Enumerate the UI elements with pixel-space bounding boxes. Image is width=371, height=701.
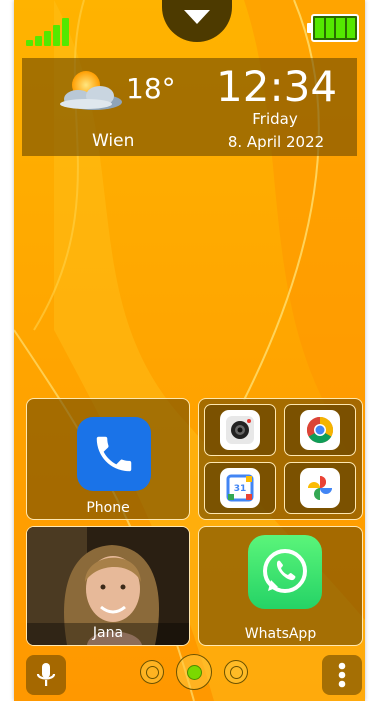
home-screen: 18° Wien 12:34 Friday 8. April 2022 Phon… xyxy=(14,0,365,701)
weather-city: Wien xyxy=(92,131,135,151)
calendar-app[interactable]: 31 xyxy=(204,462,276,514)
partly-cloudy-icon xyxy=(60,71,122,110)
phone-tile[interactable]: Phone xyxy=(26,398,190,520)
contact-name: Jana xyxy=(92,625,124,641)
clock-time: 12:34 xyxy=(216,62,338,111)
chevron-down-icon xyxy=(184,10,210,24)
more-vertical-icon xyxy=(338,662,346,688)
apps-folder-tile[interactable]: 31 xyxy=(198,398,363,520)
phone-icon xyxy=(77,417,151,491)
page-indicator-1[interactable] xyxy=(140,660,164,684)
whatsapp-tile[interactable]: WhatsApp xyxy=(198,526,363,646)
contact-tile-jana[interactable]: Jana xyxy=(26,526,190,646)
camera-app[interactable] xyxy=(204,404,276,456)
whatsapp-icon xyxy=(248,535,322,609)
clock-date: 8. April 2022 xyxy=(227,133,325,151)
microphone-icon xyxy=(36,663,56,686)
more-menu-button[interactable] xyxy=(322,655,362,695)
calendar-icon: 31 xyxy=(220,468,260,508)
photos-icon xyxy=(300,468,340,508)
photos-app[interactable] xyxy=(284,462,356,514)
camera-icon xyxy=(220,410,260,450)
phone-label: Phone xyxy=(86,500,130,516)
chrome-app[interactable] xyxy=(284,404,356,456)
temperature: 18° xyxy=(126,72,176,105)
chrome-icon xyxy=(300,410,340,450)
signal-strength-icon xyxy=(26,16,70,46)
clock-day: Friday xyxy=(252,110,298,128)
whatsapp-label: WhatsApp xyxy=(244,626,317,642)
battery-icon xyxy=(307,14,363,44)
voice-input-button[interactable] xyxy=(26,655,66,695)
page-indicator-2-active[interactable] xyxy=(176,654,212,690)
page-indicator-3[interactable] xyxy=(224,660,248,684)
calendar-day: 31 xyxy=(233,483,247,494)
